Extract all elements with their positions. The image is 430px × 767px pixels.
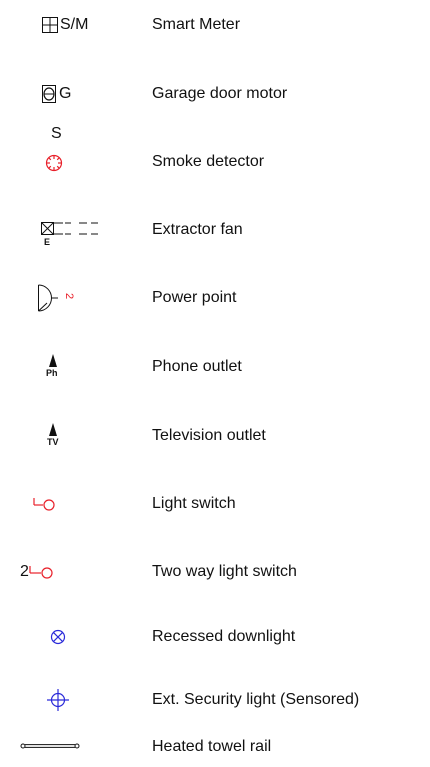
phone-outlet-code: Ph xyxy=(46,368,58,378)
television-outlet-icon xyxy=(49,423,57,436)
legend-row-garage-door-motor: G Garage door motor xyxy=(0,74,430,114)
symbol-cell: E xyxy=(0,210,140,250)
legend-label: Garage door motor xyxy=(152,85,288,102)
legend-row-two-way-light-switch: 2 Two way light switch xyxy=(0,552,430,592)
legend-row-heated-towel-rail: Heated towel rail xyxy=(0,727,430,767)
symbol-cell xyxy=(0,680,140,720)
legend-row-television-outlet: TV Television outlet xyxy=(0,416,430,456)
garage-door-motor-icon xyxy=(42,85,56,103)
power-point-code: 2 xyxy=(63,292,76,300)
security-light-icon xyxy=(47,689,69,711)
legend-row-light-switch: Light switch xyxy=(0,484,430,524)
legend-row-smoke-detector: S Smoke detector xyxy=(0,125,430,182)
two-way-switch-code: 2 xyxy=(20,563,29,580)
symbol-cell: S xyxy=(0,125,140,182)
symbol-cell xyxy=(0,617,140,657)
garage-door-motor-code: G xyxy=(59,85,72,102)
symbol-cell: G xyxy=(0,74,140,114)
television-outlet-code: TV xyxy=(47,437,59,447)
two-way-light-switch-icon xyxy=(29,566,53,579)
legend-row-extractor-fan: E Extractor fan xyxy=(0,210,430,250)
smoke-detector-code: S xyxy=(51,125,62,142)
symbol-cell: 2 xyxy=(0,552,140,592)
light-switch-icon xyxy=(33,498,55,511)
symbol-cell xyxy=(0,727,140,767)
legend-label: Television outlet xyxy=(152,427,266,444)
legend-label: Recessed downlight xyxy=(152,628,296,645)
symbol-cell: TV xyxy=(0,416,140,456)
towel-rail-icon xyxy=(20,743,80,749)
legend-label: Smoke detector xyxy=(152,153,265,170)
legend-row-phone-outlet: Ph Phone outlet xyxy=(0,347,430,387)
legend-label: Power point xyxy=(152,289,237,306)
extractor-fan-icon xyxy=(41,222,98,235)
legend-row-recessed-downlight: Recessed downlight xyxy=(0,617,430,657)
smart-meter-code: S/M xyxy=(60,16,89,33)
legend-label: Light switch xyxy=(152,495,236,512)
legend-label: Phone outlet xyxy=(152,358,242,375)
phone-outlet-icon xyxy=(49,354,57,367)
extractor-fan-code: E xyxy=(44,237,51,247)
symbol-cell xyxy=(0,484,140,524)
symbol-cell: S/M xyxy=(0,5,140,45)
legend-label: Heated towel rail xyxy=(152,738,272,755)
legend-row-smart-meter: S/M Smart Meter xyxy=(0,5,430,45)
symbol-legend: S/M Smart Meter G Garage door motor S Sm… xyxy=(0,0,430,761)
legend-label: Two way light switch xyxy=(152,563,297,580)
recessed-downlight-icon xyxy=(50,629,66,645)
legend-row-security-light: Ext. Security light (Sensored) xyxy=(0,680,430,720)
symbol-cell: Ph xyxy=(0,347,140,387)
legend-label: Extractor fan xyxy=(152,221,243,238)
smoke-detector-icon xyxy=(45,154,63,172)
symbol-cell: 2 xyxy=(0,278,140,318)
legend-label: Ext. Security light (Sensored) xyxy=(152,691,360,708)
legend-label: Smart Meter xyxy=(152,16,241,33)
legend-row-power-point: 2 Power point xyxy=(0,278,430,318)
smart-meter-icon xyxy=(42,17,58,33)
